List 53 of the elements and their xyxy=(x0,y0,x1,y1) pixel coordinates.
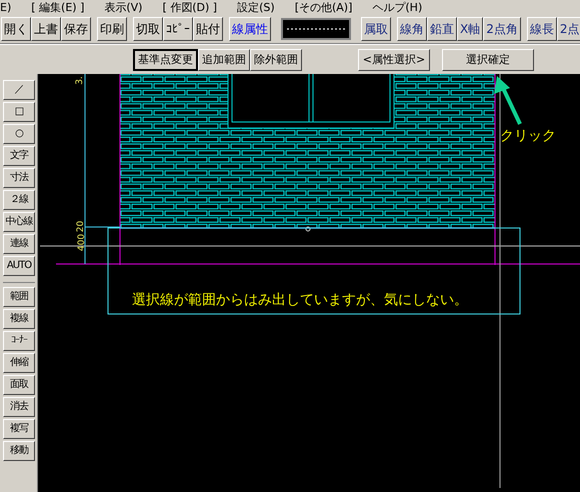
tool-button[interactable]: 複線 xyxy=(3,309,35,329)
menu-item[interactable]: E) xyxy=(0,2,12,12)
toolbar-button[interactable]: 2点 xyxy=(556,16,580,40)
toolbar-button[interactable]: 保存 xyxy=(61,16,91,40)
toolbar-button[interactable]: 線角 xyxy=(397,16,427,40)
mode-button[interactable]: 基準点変更 xyxy=(133,48,198,70)
drawing-canvas[interactable]: 3. 20 400 クリック 選択線が範囲からはみ出していますが、気にしない。 xyxy=(38,74,580,492)
tool-button[interactable]: □ xyxy=(3,102,35,122)
menu-item[interactable]: [ 作図(D) ] xyxy=(162,2,218,12)
tool-button[interactable]: AUTO xyxy=(3,256,35,276)
dotted-line-icon xyxy=(287,28,345,30)
mode-button[interactable]: <属性選択> xyxy=(358,48,430,70)
tool-button[interactable]: ｺｰﾅｰ xyxy=(3,331,35,351)
toolbar-button[interactable]: 切取 xyxy=(133,16,163,40)
tool-button[interactable]: ２線 xyxy=(3,190,35,210)
toolbar-button[interactable]: 2点角 xyxy=(483,16,521,40)
tool-button[interactable]: 移動 xyxy=(3,441,35,461)
toolbar-button[interactable]: 鉛直 xyxy=(427,16,457,40)
tool-button[interactable]: 複写 xyxy=(3,419,35,439)
mode-button[interactable]: 追加範囲 xyxy=(198,48,250,70)
line-style-preview[interactable] xyxy=(281,18,351,40)
tool-button[interactable]: ／ xyxy=(3,80,35,100)
toolbar-button[interactable]: ｺﾋﾟｰ xyxy=(163,16,193,40)
tool-button[interactable]: 文字 xyxy=(3,146,35,166)
dimension-label: 20 xyxy=(77,220,86,232)
menu-item[interactable]: 表示(V) xyxy=(104,2,142,12)
tool-button[interactable]: 中心線 xyxy=(3,212,35,232)
toolbar-button[interactable]: 線長 xyxy=(526,16,557,40)
toolbar-button[interactable]: 印刷 xyxy=(97,16,127,40)
arrow-icon xyxy=(494,76,522,125)
dimension-label: 400 xyxy=(78,234,88,252)
menu-item[interactable]: [その他(A)] xyxy=(294,2,352,12)
callout-label: クリック xyxy=(500,127,556,146)
toolbar-button[interactable]: 属取 xyxy=(361,16,391,40)
toolbar-button[interactable]: 貼付 xyxy=(193,16,223,40)
toolbar-button[interactable]: 線属性 xyxy=(229,16,271,40)
mode-button[interactable]: 除外範囲 xyxy=(250,48,302,70)
tool-button[interactable]: ○ xyxy=(3,124,35,144)
menu-item[interactable]: [ 編集(E) ] xyxy=(31,2,84,12)
tool-button[interactable]: 消去 xyxy=(3,397,35,417)
tool-button[interactable]: 面取 xyxy=(3,375,35,395)
note-text: 選択線が範囲からはみ出していますが、気にしない。 xyxy=(132,291,468,310)
tool-button[interactable]: 寸法 xyxy=(3,168,35,188)
toolbar-button[interactable]: 上書 xyxy=(31,16,61,40)
menu-item[interactable]: 設定(S) xyxy=(237,2,275,12)
tool-button[interactable]: 連線 xyxy=(3,234,35,254)
toolbar-button[interactable]: X軸 xyxy=(457,16,484,40)
tool-button[interactable]: 範囲 xyxy=(3,287,35,307)
mode-button[interactable]: 選択確定 xyxy=(442,48,534,70)
tool-button[interactable]: 伸縮 xyxy=(3,353,35,373)
toolbar-button[interactable]: 開く xyxy=(1,16,31,40)
dimension-label: 3. xyxy=(76,76,85,85)
menu-item[interactable]: ヘルプ(H) xyxy=(372,2,422,12)
